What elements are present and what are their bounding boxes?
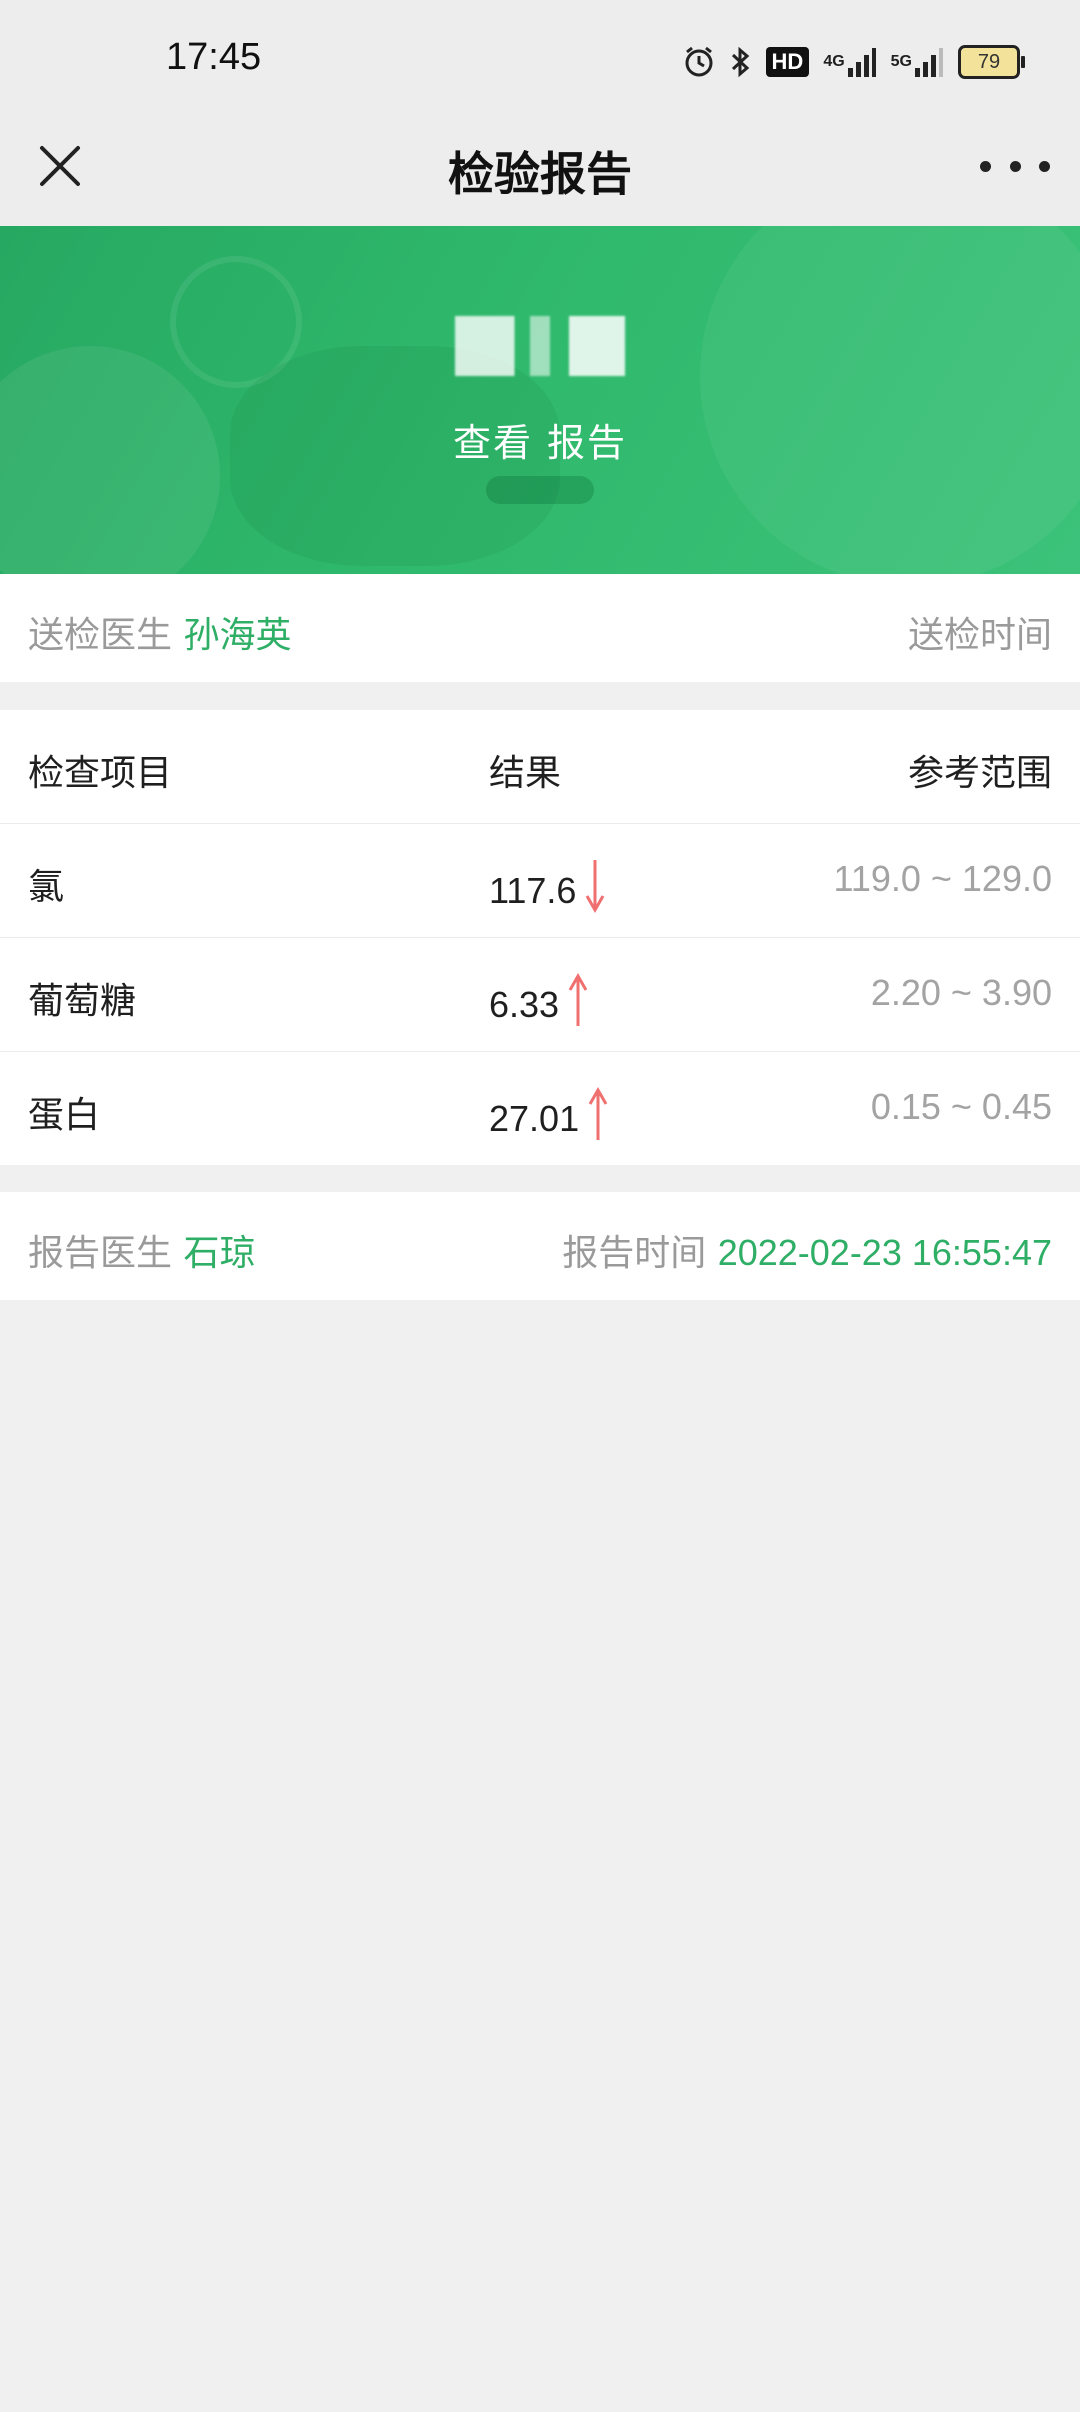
status-bar: 17:45 HD 4G 5G 79 xyxy=(0,0,1080,110)
status-icons: HD 4G 5G 79 xyxy=(682,40,1025,84)
row-item: 氯 xyxy=(28,867,65,908)
table-row: 氯 117.6 119.0 ~ 129.0 xyxy=(0,824,1080,938)
row-range: 119.0 ~ 129.0 xyxy=(833,858,1052,899)
blurred-logo xyxy=(455,316,625,376)
report-time-label: 报告时间 xyxy=(562,1233,707,1274)
nav-bar: 检验报告 xyxy=(0,110,1080,226)
report-time-value: 2022-02-23 16:55:47 xyxy=(717,1232,1052,1273)
report-info-row: 报告医生 石琼 报告时间 2022-02-23 16:55:47 xyxy=(0,1192,1080,1300)
page-title: 检验报告 xyxy=(448,147,632,201)
arrow-down-icon xyxy=(584,858,606,923)
row-item: 葡萄糖 xyxy=(28,981,137,1022)
row-result: 117.6 xyxy=(489,858,606,923)
arrow-up-icon xyxy=(567,972,589,1037)
report-banner: 查看 报告 xyxy=(0,226,1080,574)
report-doctor-label: 报告医生 xyxy=(28,1233,173,1274)
table-row: 葡萄糖 6.33 2.20 ~ 3.90 xyxy=(0,938,1080,1052)
status-time: 17:45 xyxy=(166,36,262,78)
table-header: 检查项目 结果 参考范围 xyxy=(0,710,1080,824)
report-time: 报告时间 2022-02-23 16:55:47 xyxy=(562,1224,1052,1276)
table-row: 蛋白 27.01 0.15 ~ 0.45 xyxy=(0,1052,1080,1165)
send-info-row: 送检医生 孙海英 送检时间 xyxy=(0,574,1080,682)
send-doctor-label: 送检医生 xyxy=(28,615,173,656)
row-result: 6.33 xyxy=(489,972,589,1037)
arrow-up-icon xyxy=(587,1086,609,1151)
bluetooth-icon xyxy=(730,46,752,78)
send-doctor-name: 孙海英 xyxy=(183,615,292,656)
banner-text: 查看 报告 xyxy=(452,421,628,465)
row-range: 2.20 ~ 3.90 xyxy=(870,972,1052,1013)
hd-badge: HD xyxy=(765,47,810,77)
more-icon[interactable] xyxy=(980,134,1050,198)
battery-icon: 79 xyxy=(958,45,1025,79)
row-item: 蛋白 xyxy=(28,1095,101,1136)
row-range: 0.15 ~ 0.45 xyxy=(870,1086,1052,1127)
report-doctor-name: 石琼 xyxy=(183,1233,256,1274)
banner-pill xyxy=(486,476,594,504)
signal-4g-icon: 4G xyxy=(823,46,876,78)
header-item: 检查项目 xyxy=(28,753,173,794)
send-time-label: 送检时间 xyxy=(907,615,1052,656)
row-result: 27.01 xyxy=(489,1086,609,1151)
alarm-icon xyxy=(682,45,716,79)
header-range: 参考范围 xyxy=(907,753,1052,794)
report-doctor: 报告医生 石琼 xyxy=(28,1224,255,1276)
result-table: 检查项目 结果 参考范围 氯 117.6 119.0 ~ 129.0 葡萄糖 6… xyxy=(0,710,1080,1165)
signal-5g-icon: 5G xyxy=(891,46,944,78)
header-result: 结果 xyxy=(489,753,562,794)
send-doctor: 送检医生 孙海英 xyxy=(28,606,291,658)
